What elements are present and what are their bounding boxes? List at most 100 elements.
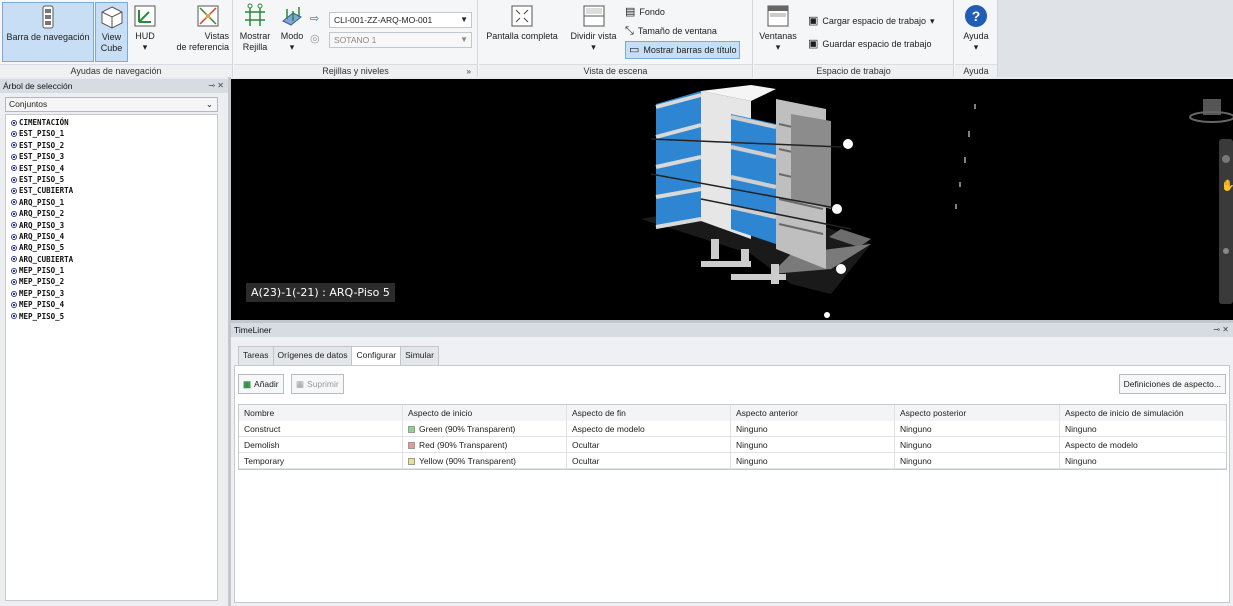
fullscreen-button[interactable]: Pantalla completa [481,2,563,62]
tree-item-label: EST_PISO_5 [19,174,65,184]
navigation-bar-button[interactable]: Barra de navegación [2,2,94,62]
add-appearance-button[interactable]: ▦ Añadir [238,374,284,394]
mode-label: Modo [280,31,304,41]
table-cell-before[interactable]: Ninguno [731,453,895,469]
table-cell-start[interactable]: Green (90% Transparent) [403,421,567,437]
column-header[interactable]: Aspecto de fin [567,405,731,421]
load-workspace-label: Cargar espacio de trabajo [822,16,926,26]
panel-controls: ⊸ ✕ [1213,323,1229,337]
tree-item[interactable]: MEP_PISO_2 [6,276,217,287]
table-cell-name[interactable]: Temporary [239,453,403,469]
grid-select[interactable]: CLI-001-ZZ-ARQ-MO-001 ▼ [329,12,472,28]
delete-appearance-button[interactable]: ▦ Suprimir [291,374,344,394]
hud-button[interactable]: HUD ▾ [131,2,159,62]
column-header[interactable]: Aspecto de inicio de simulación [1060,405,1226,421]
table-cell-end[interactable]: Aspecto de modelo [567,421,731,437]
selection-set-icon [11,210,17,217]
tree-item[interactable]: MEP_PISO_5 [6,311,217,322]
timeliner-title: TimeLiner [234,325,272,335]
group-grids-levels: Mostrar Rejilla Modo ▾ ⇨ ◎ CLI-001-ZZ-AR… [234,0,478,77]
reference-views-button[interactable]: Vistas de referencia [163,2,231,62]
table-header-row: Nombre Aspecto de inicio Aspecto de fin … [239,405,1226,421]
pin-icon[interactable]: ⊸ [208,81,215,90]
chevron-down-icon: ▼ [460,35,468,44]
tree-item[interactable]: ARQ_PISO_2 [6,208,217,219]
selection-set-select[interactable]: Conjuntos ⌄ [5,97,218,112]
tree-item[interactable]: ARQ_CUBIERTA [6,254,217,265]
tree-item[interactable]: ARQ_PISO_5 [6,242,217,253]
color-swatch-icon [408,425,415,433]
column-header[interactable]: Aspecto posterior [895,405,1060,421]
window-size-button[interactable]: ⤡ Tamaño de ventana [625,22,717,40]
help-button[interactable]: ? Ayuda ▾ [958,2,994,62]
hud-dropdown-icon: ▾ [142,42,148,52]
tree-item[interactable]: EST_PISO_1 [6,128,217,139]
pin-icon[interactable]: ⊸ [1213,325,1220,334]
level-select-value: SOTANO 1 [334,35,377,45]
view-cube-label-1: View [101,32,122,42]
table-cell-start[interactable]: Red (90% Transparent) [403,437,567,453]
show-grid-button[interactable]: Mostrar Rejilla [236,2,274,62]
table-cell-before[interactable]: Ninguno [731,421,895,437]
tab-data-sources[interactable]: Orígenes de datos [272,346,353,365]
table-cell-after[interactable]: Ninguno [895,437,1060,453]
table-cell-start[interactable]: Yellow (90% Transparent) [403,453,567,469]
selection-tree-title: Árbol de selección [3,81,73,91]
chevron-down-icon: ▼ [460,15,468,24]
show-grid-label-2: Rejilla [242,42,268,52]
tree-item[interactable]: EST_PISO_5 [6,174,217,185]
view-cube-button[interactable]: View Cube [95,2,128,62]
table-cell-sim[interactable]: Ninguno [1060,421,1226,437]
save-workspace-button[interactable]: ▣ Guardar espacio de trabajo [808,35,931,53]
close-icon[interactable]: ✕ [1222,325,1229,334]
table-cell-end[interactable]: Ocultar [567,453,731,469]
load-workspace-button[interactable]: ▣ Cargar espacio de trabajo ▾ [808,12,935,30]
table-cell-after[interactable]: Ninguno [895,421,1060,437]
close-icon[interactable]: ✕ [217,81,224,90]
selection-set-icon [11,222,17,229]
tree-item[interactable]: EST_PISO_3 [6,151,217,162]
table-cell-before[interactable]: Ninguno [731,437,895,453]
table-cell-sim[interactable]: Aspecto de modelo [1060,437,1226,453]
tab-configure[interactable]: Configurar [351,346,402,366]
table-cell-text: Aspecto de modelo [572,423,645,434]
tree-item[interactable]: ARQ_PISO_3 [6,220,217,231]
scene-viewport[interactable]: ✋ A(23)-1(-21) : ARQ-Piso 5 [231,79,1233,320]
table-cell-sim[interactable]: Ninguno [1060,453,1226,469]
tree-item[interactable]: EST_CUBIERTA [6,185,217,196]
group-workspace: Ventanas ▾ ▣ Cargar espacio de trabajo ▾… [754,0,954,77]
table-cell-after[interactable]: Ninguno [895,453,1060,469]
tree-item[interactable]: MEP_PISO_1 [6,265,217,276]
tree-item[interactable]: EST_PISO_2 [6,140,217,151]
table-row[interactable]: Construct Green (90% Transparent) Aspecto … [239,421,1226,437]
tree-item[interactable]: ARQ_PISO_1 [6,197,217,208]
show-titlebars-button[interactable]: ▭ Mostrar barras de título [625,41,741,59]
tree-item[interactable]: EST_PISO_4 [6,163,217,174]
show-titlebars-label: Mostrar barras de título [643,45,737,55]
column-header[interactable]: Nombre [239,405,403,421]
background-button[interactable]: ▤ Fondo [625,3,665,21]
chevron-down-icon: ⌄ [205,99,213,109]
table-row[interactable]: Demolish Red (90% Transparent) Ocultar Ning… [239,437,1226,453]
dialog-launcher-icon[interactable]: » [467,65,471,78]
table-row[interactable]: Temporary Yellow (90% Transparent) Ocultar… [239,453,1226,469]
table-cell-end[interactable]: Ocultar [567,437,731,453]
split-view-button[interactable]: Dividir vista ▾ [566,2,621,62]
tab-simulate[interactable]: Simular [400,346,439,365]
windows-button[interactable]: Ventanas ▾ [758,2,798,62]
tree-item-label: EST_CUBIERTA [19,186,74,196]
column-header[interactable]: Aspecto anterior [731,405,895,421]
appearance-definitions-button[interactable]: Definiciones de aspecto... [1118,374,1226,394]
tree-item[interactable]: MEP_PISO_3 [6,288,217,299]
tree-item-label: ARQ_PISO_3 [19,220,65,230]
table-cell-name[interactable]: Construct [239,421,403,437]
column-header[interactable]: Aspecto de inicio [403,405,567,421]
tree-item[interactable]: MEP_PISO_4 [6,299,217,310]
level-select[interactable]: SOTANO 1 ▼ [329,32,472,48]
tree-item[interactable]: ARQ_PISO_4 [6,231,217,242]
mode-button[interactable]: Modo ▾ [277,2,307,62]
tree-item[interactable]: CIMENTACIÓN [6,117,217,128]
tab-tasks[interactable]: Tareas [238,346,274,365]
table-cell-name[interactable]: Demolish [239,437,403,453]
tree-item-label: ARQ_PISO_5 [19,243,65,253]
